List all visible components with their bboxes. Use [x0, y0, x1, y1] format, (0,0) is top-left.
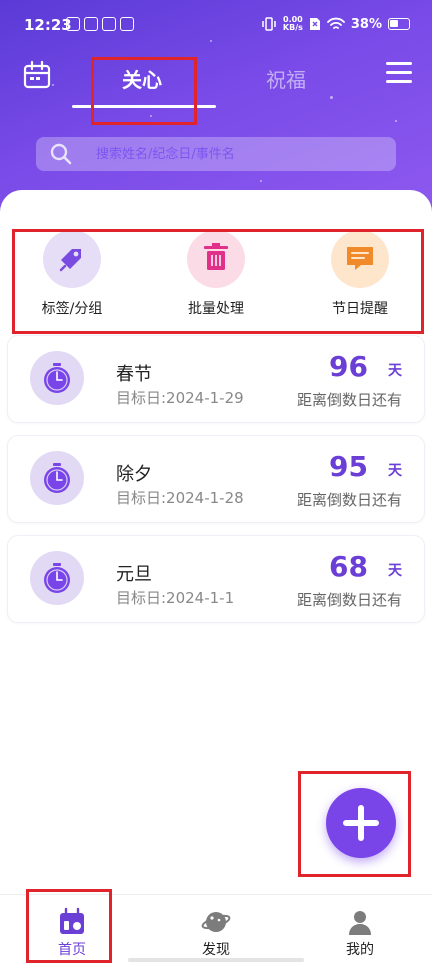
event-days-unit: 天 — [388, 563, 402, 579]
sim-icon — [309, 18, 320, 30]
vibrate-icon — [262, 17, 276, 31]
net-speed-unit: KB/s — [282, 23, 303, 32]
tab-profile[interactable]: 我的 — [310, 895, 410, 961]
wifi-icon — [326, 17, 345, 29]
event-target-date: 目标日:2024-1-29 — [116, 389, 244, 407]
mail-notification-icon — [66, 17, 80, 31]
message-icon — [331, 230, 389, 288]
status-bar: 12:23 0.00 KB/s 38% — [0, 0, 432, 50]
menu-icon[interactable] — [386, 62, 412, 86]
tab-home[interactable]: 首页 — [22, 895, 122, 961]
tab-discover[interactable]: 发现 — [166, 895, 266, 961]
event-days-count: 68 — [329, 550, 368, 583]
search-bar[interactable] — [36, 137, 396, 171]
shield-notification-icon — [120, 17, 134, 31]
battery-percent: 38% — [350, 16, 382, 32]
event-name: 除夕 — [116, 464, 152, 485]
active-tab-indicator — [72, 105, 216, 108]
event-days-count: 96 — [329, 350, 368, 383]
app-notification-icon — [84, 17, 98, 31]
plus-icon — [343, 805, 379, 841]
event-caption: 距离倒数日还有 — [296, 391, 402, 409]
quick-actions: 标签/分组 批量处理 节日提醒 — [0, 228, 432, 328]
quick-action-batch[interactable]: 批量处理 — [156, 228, 276, 318]
event-target-date: 目标日:2024-1-1 — [116, 589, 235, 607]
add-event-button[interactable] — [326, 788, 396, 858]
leaf-notification-icon — [102, 17, 116, 31]
event-days-unit: 天 — [388, 463, 402, 479]
net-speed: 0.00 KB/s — [283, 16, 303, 32]
search-icon — [50, 143, 72, 165]
event-caption: 距离倒数日还有 — [296, 491, 402, 509]
tab-care[interactable]: 关心 — [122, 64, 162, 93]
notification-icons — [66, 17, 134, 31]
status-time: 12:23 — [24, 16, 72, 34]
quick-action-label: 节日提醒 — [332, 301, 388, 317]
tab-label: 首页 — [58, 942, 86, 958]
timer-icon — [30, 551, 84, 605]
top-navigation: 关心 祝福 — [0, 50, 432, 110]
event-card[interactable]: 春节 目标日:2024-1-29 96 天 距离倒数日还有 — [8, 336, 424, 422]
event-target-date: 目标日:2024-1-28 — [116, 489, 244, 507]
calendar-icon[interactable] — [22, 60, 52, 90]
timer-icon — [30, 351, 84, 405]
quick-action-label: 批量处理 — [188, 301, 244, 317]
quick-action-tags[interactable]: 标签/分组 — [12, 228, 132, 318]
tab-label: 我的 — [346, 942, 374, 958]
tab-label: 发现 — [202, 942, 230, 958]
trash-icon — [187, 230, 245, 288]
home-calendar-icon — [60, 907, 84, 934]
quick-action-holiday[interactable]: 节日提醒 — [300, 228, 420, 318]
event-name: 春节 — [116, 364, 152, 385]
home-indicator — [128, 958, 304, 962]
tag-icon — [43, 230, 101, 288]
bottom-tab-bar: 首页 发现 我的 — [0, 894, 432, 964]
battery-icon — [388, 18, 410, 30]
event-card[interactable]: 元旦 目标日:2024-1-1 68 天 距离倒数日还有 — [8, 536, 424, 622]
user-icon — [349, 911, 371, 935]
tab-blessing[interactable]: 祝福 — [266, 64, 306, 93]
event-card[interactable]: 除夕 目标日:2024-1-28 95 天 距离倒数日还有 — [8, 436, 424, 522]
event-days-unit: 天 — [388, 363, 402, 379]
timer-icon — [30, 451, 84, 505]
search-input[interactable] — [96, 137, 386, 171]
quick-action-label: 标签/分组 — [41, 301, 103, 317]
event-days-count: 95 — [329, 450, 368, 483]
event-name: 元旦 — [116, 564, 152, 585]
event-caption: 距离倒数日还有 — [296, 591, 402, 609]
planet-icon — [201, 912, 231, 932]
